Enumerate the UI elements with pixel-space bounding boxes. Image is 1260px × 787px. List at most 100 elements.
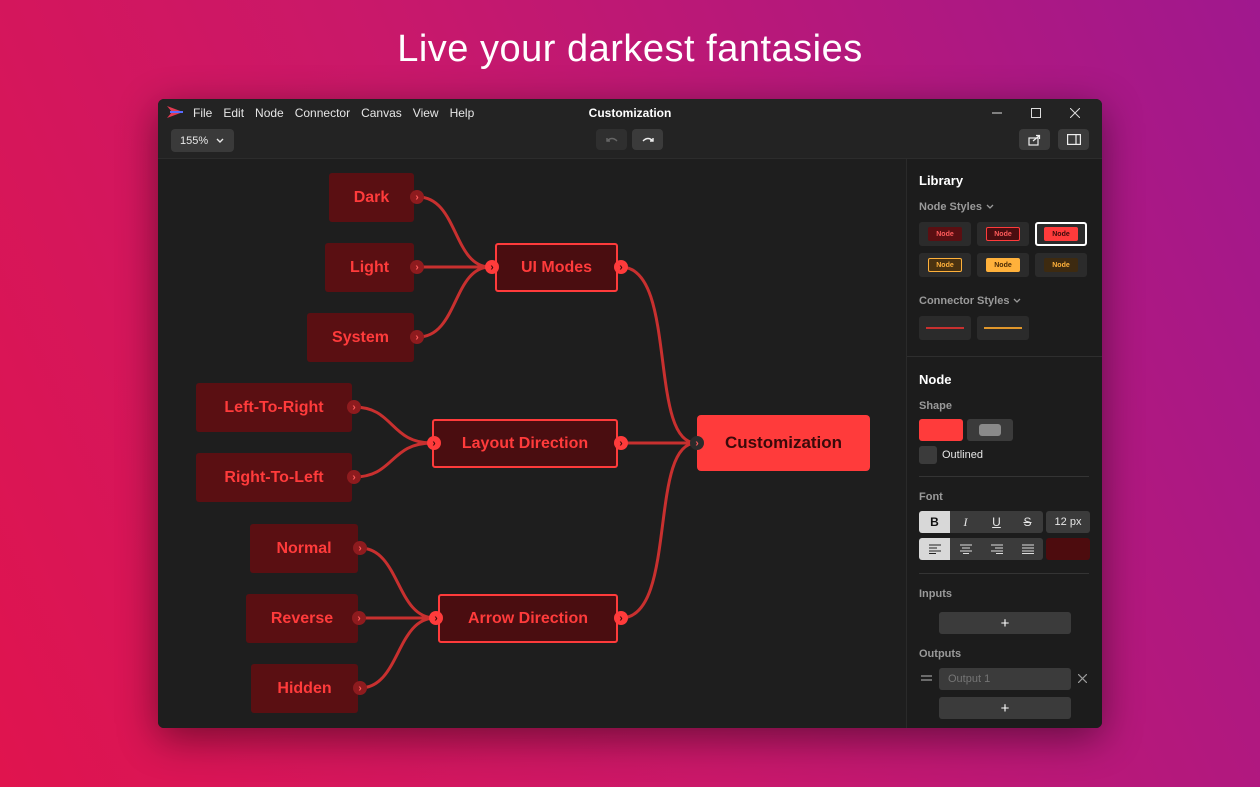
output-port[interactable]: ›	[353, 681, 367, 695]
redo-button[interactable]	[632, 129, 663, 150]
node-style-orange-dark[interactable]: Node	[1035, 253, 1087, 277]
maximize-icon	[1030, 108, 1041, 118]
align-center-button[interactable]	[950, 538, 981, 560]
node-styles-label: Node Styles	[919, 201, 982, 213]
outlined-checkbox[interactable]	[919, 446, 937, 464]
connector-preview	[926, 327, 964, 329]
node-arrow-direction[interactable]: Arrow Direction	[438, 594, 618, 643]
shape-rounded-option[interactable]	[967, 419, 1013, 441]
node-reverse[interactable]: Reverse	[246, 594, 358, 643]
remove-output-icon[interactable]	[1078, 674, 1087, 683]
close-button[interactable]	[1055, 103, 1094, 123]
output-port[interactable]: ›	[347, 470, 361, 484]
node-system[interactable]: System	[307, 313, 414, 362]
node-style-dark-outlined[interactable]: Node	[977, 222, 1029, 246]
output-name-field[interactable]	[939, 668, 1071, 690]
node-normal[interactable]: Normal	[250, 524, 358, 573]
output-port[interactable]: ›	[614, 611, 628, 625]
zoom-value: 155%	[180, 134, 209, 147]
node-label: Arrow Direction	[467, 609, 588, 627]
add-output-button[interactable]: +	[939, 697, 1071, 719]
node-layout-direction[interactable]: Layout Direction	[432, 419, 618, 468]
style-preview: Node	[986, 258, 1020, 272]
node-label: Right-To-Left	[224, 468, 324, 486]
toggle-sidebar-button[interactable]	[1058, 129, 1089, 150]
connector	[359, 616, 436, 690]
align-justify-icon	[1021, 544, 1034, 554]
drag-handle-icon[interactable]	[921, 675, 932, 681]
output-port[interactable]: ›	[614, 436, 628, 450]
node-styles-toggle[interactable]: Node Styles	[919, 201, 994, 213]
connector	[353, 405, 433, 445]
node-label: UI Modes	[520, 258, 593, 276]
add-input-button[interactable]: +	[939, 612, 1071, 634]
underline-button[interactable]: U	[981, 511, 1012, 533]
output-port[interactable]: ›	[353, 541, 367, 555]
output-port[interactable]: ›	[410, 190, 424, 204]
node-dark[interactable]: Dark	[329, 173, 414, 222]
output-port[interactable]: ›	[347, 400, 361, 414]
input-port[interactable]: ›	[427, 436, 441, 450]
node-right-to-left[interactable]: Right-To-Left	[196, 453, 352, 502]
shape-label: Shape	[919, 400, 953, 412]
connector	[620, 441, 697, 620]
menu-view[interactable]: View	[413, 106, 446, 120]
node-section-title: Node	[919, 372, 952, 387]
node-label: Dark	[353, 188, 390, 206]
bold-button[interactable]: B	[919, 511, 950, 533]
undo-button[interactable]	[596, 129, 627, 150]
menu-help[interactable]: Help	[450, 106, 482, 120]
menu-edit[interactable]: Edit	[223, 106, 251, 120]
output-port[interactable]: ›	[410, 330, 424, 344]
library-title: Library	[919, 173, 964, 188]
sidebar-icon	[1066, 134, 1081, 145]
zoom-dropdown[interactable]: 155%	[171, 129, 234, 152]
divider	[907, 356, 1102, 357]
menu-file[interactable]: File	[193, 106, 219, 120]
node-hidden[interactable]: Hidden	[251, 664, 358, 713]
connector-style-orange[interactable]	[977, 316, 1029, 340]
input-port[interactable]: ›	[429, 611, 443, 625]
menu-connector[interactable]: Connector	[295, 106, 357, 120]
node-style-orange-outlined[interactable]: Node	[919, 253, 971, 277]
node-left-to-right[interactable]: Left-To-Right	[196, 383, 352, 432]
strikethrough-button[interactable]: S	[1012, 511, 1043, 533]
output-port[interactable]: ›	[614, 260, 628, 274]
minimize-button[interactable]	[977, 103, 1016, 123]
connector	[359, 546, 436, 620]
output-port[interactable]: ›	[352, 611, 366, 625]
node-style-dark-filled[interactable]: Node	[919, 222, 971, 246]
node-label: Light	[349, 258, 390, 276]
node-style-bright-selected[interactable]: Node	[1035, 222, 1087, 246]
node-label: Hidden	[277, 679, 332, 697]
style-preview: Node	[1044, 258, 1078, 272]
divider	[919, 573, 1089, 574]
font-color-swatch[interactable]	[1046, 538, 1090, 560]
share-button[interactable]	[1019, 129, 1050, 150]
node-light[interactable]: Light	[325, 243, 414, 292]
node-ui-modes[interactable]: UI Modes	[495, 243, 618, 292]
align-justify-button[interactable]	[1012, 538, 1043, 560]
node-customization[interactable]: Customization	[697, 415, 870, 471]
style-preview: Node	[928, 258, 962, 272]
menu-canvas[interactable]: Canvas	[361, 106, 409, 120]
align-right-icon	[990, 544, 1003, 554]
undo-icon	[605, 137, 617, 142]
input-port[interactable]: ›	[485, 260, 499, 274]
align-right-button[interactable]	[981, 538, 1012, 560]
mind-map-canvas[interactable]: Dark › Light › System › UI Modes › › Lef…	[158, 159, 906, 728]
maximize-button[interactable]	[1016, 103, 1055, 123]
node-style-orange-bright[interactable]: Node	[977, 253, 1029, 277]
output-port[interactable]: ›	[410, 260, 424, 274]
menu-node[interactable]: Node	[255, 106, 291, 120]
italic-button[interactable]: I	[950, 511, 981, 533]
shape-rectangle-option[interactable]	[919, 419, 963, 441]
connector-styles-toggle[interactable]: Connector Styles	[919, 295, 1021, 307]
share-icon	[1028, 134, 1041, 146]
connector	[417, 195, 491, 269]
outputs-label: Outputs	[919, 648, 962, 660]
font-size-field[interactable]: 12 px	[1046, 511, 1090, 533]
align-left-button[interactable]	[919, 538, 950, 560]
connector-style-red[interactable]	[919, 316, 971, 340]
input-port[interactable]: ›	[690, 436, 704, 450]
